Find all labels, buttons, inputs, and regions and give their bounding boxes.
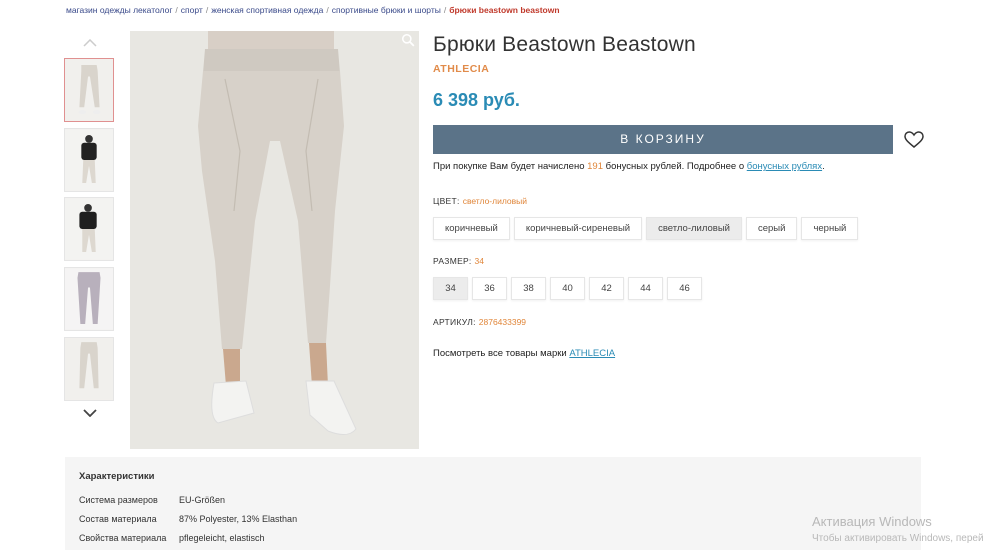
- bonus-prefix: При покупке Вам будет начислено: [433, 161, 588, 172]
- breadcrumb-item-sport[interactable]: спорт: [181, 5, 203, 15]
- breadcrumb-item-sport-pants[interactable]: спортивные брюки и шорты: [332, 5, 441, 15]
- product-brand[interactable]: ATHLECIA: [433, 63, 933, 75]
- article-label: АРТИКУЛ:: [433, 317, 476, 327]
- spec-row: Система размеров EU-Größen: [79, 495, 225, 505]
- size-value: 34: [474, 256, 484, 266]
- breadcrumb-separator: /: [205, 5, 209, 15]
- color-value: светло-лиловый: [462, 196, 527, 206]
- thumbnail-5[interactable]: [64, 337, 114, 401]
- breadcrumb-item-womens-sport[interactable]: женская спортивная одежда: [211, 5, 323, 15]
- breadcrumb-separator: /: [443, 5, 447, 15]
- zoom-icon[interactable]: [401, 33, 415, 47]
- color-option-grey[interactable]: серый: [745, 217, 798, 240]
- size-option-42[interactable]: 42: [589, 277, 624, 300]
- size-option-34[interactable]: 34: [433, 277, 468, 300]
- characteristics-title: Характеристики: [79, 471, 155, 482]
- thumbnail-2[interactable]: [64, 128, 114, 192]
- spec-key: Система размеров: [79, 495, 158, 505]
- article-value: 2876433399: [478, 317, 527, 327]
- thumbnail-gallery: [64, 33, 116, 417]
- product-main-image[interactable]: [130, 31, 419, 449]
- color-option-brown-lilac[interactable]: коричневый-сиреневый: [513, 217, 643, 240]
- brand-link[interactable]: ATHLECIA: [569, 348, 615, 359]
- spec-value: EU-Größen: [179, 495, 226, 505]
- spec-value: 87% Polyester, 13% Elasthan: [179, 514, 298, 524]
- activation-title: Активация Windows: [812, 514, 932, 529]
- size-option-44[interactable]: 44: [628, 277, 663, 300]
- product-info: Брюки Beastown Beastown ATHLECIA 6 398 р…: [433, 33, 933, 359]
- color-option-brown[interactable]: коричневый: [433, 217, 510, 240]
- size-option-38[interactable]: 38: [511, 277, 546, 300]
- size-option-36[interactable]: 36: [472, 277, 507, 300]
- chevron-up-icon[interactable]: [64, 33, 116, 53]
- breadcrumb-item-shop[interactable]: магазин одежды лекатолог: [66, 5, 172, 15]
- spec-value: pflegeleicht, elastisch: [179, 533, 265, 543]
- characteristics-panel: Характеристики Система размеров EU-Größen…: [65, 457, 921, 550]
- brand-link-prefix: Посмотреть все товары марки: [433, 348, 570, 359]
- size-option-40[interactable]: 40: [550, 277, 585, 300]
- windows-activation-watermark: Активация Windows Чтобы активировать Win…: [812, 514, 984, 544]
- wishlist-heart-icon[interactable]: [904, 131, 924, 149]
- size-label: РАЗМЕР:: [433, 256, 472, 266]
- size-option-46[interactable]: 46: [667, 277, 702, 300]
- breadcrumb-separator: /: [326, 5, 329, 15]
- bonus-suffix: .: [822, 161, 825, 172]
- bonus-middle: бонусных рублей. Подробнее о: [602, 161, 747, 172]
- breadcrumb-separator: /: [175, 5, 178, 15]
- spec-row: Свойства материала pflegeleicht, elastisc…: [79, 533, 265, 543]
- chevron-down-icon[interactable]: [64, 403, 116, 423]
- article-row: АРТИКУЛ: 2876433399: [433, 317, 526, 327]
- add-to-cart-button[interactable]: В КОРЗИНУ: [433, 125, 893, 154]
- brand-link-row: Посмотреть все товары марки ATHLECIA: [433, 348, 615, 359]
- product-title: Брюки Beastown Beastown: [433, 33, 696, 56]
- activation-subtitle: Чтобы активировать Windows, перей: [812, 533, 984, 544]
- color-option-black[interactable]: черный: [801, 217, 859, 240]
- thumbnail-3[interactable]: [64, 197, 114, 261]
- bonus-link[interactable]: бонусных рублях: [747, 161, 822, 172]
- product-price: 6 398 руб.: [433, 90, 520, 110]
- spec-key: Свойства материала: [79, 533, 167, 543]
- thumbnail-4[interactable]: [64, 267, 114, 331]
- spec-row: Состав материала 87% Polyester, 13% Elast…: [79, 514, 297, 524]
- color-option-light-lilac[interactable]: светло-лиловый: [646, 217, 742, 240]
- color-label-row: ЦВЕТ: светло-лиловый: [433, 196, 527, 206]
- color-label: ЦВЕТ:: [433, 196, 460, 206]
- breadcrumb: магазин одежды лекатолог / спорт / женская с…: [66, 5, 560, 15]
- thumbnail-1[interactable]: [64, 58, 114, 122]
- size-options: 34 36 38 40 42 44 46: [433, 277, 702, 300]
- spec-key: Состав материала: [79, 514, 157, 524]
- size-label-row: РАЗМЕР: 34: [433, 256, 484, 266]
- bonus-amount: 191: [587, 161, 603, 172]
- breadcrumb-current: брюки beastown beastown: [449, 5, 560, 15]
- color-options: коричневый коричневый-сиреневый светло-л…: [433, 217, 859, 240]
- bonus-info: При покупке Вам будет начислено 191 бону…: [433, 161, 825, 172]
